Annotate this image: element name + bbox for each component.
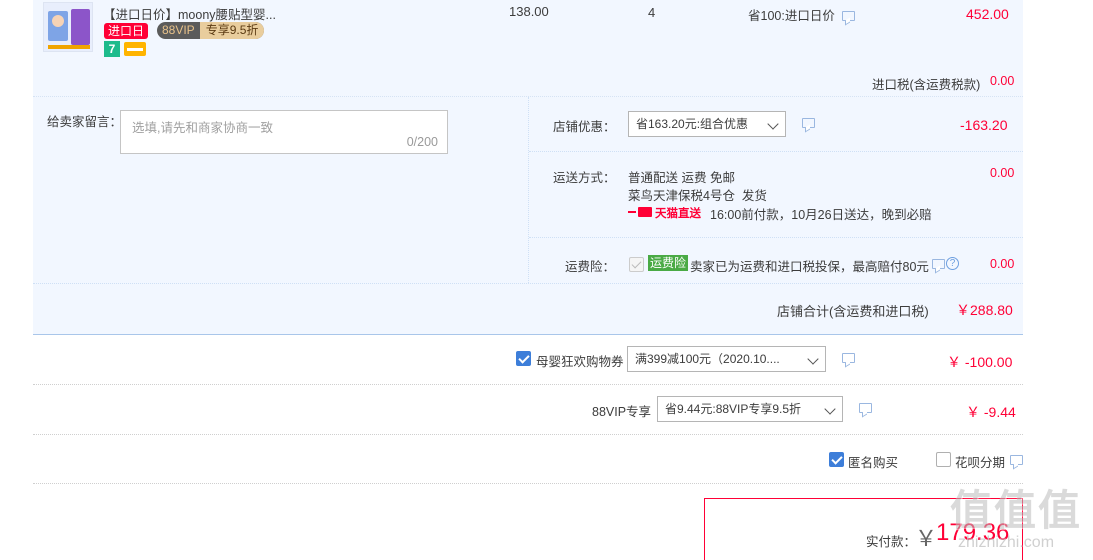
- badge-88vip-discount: 专享9.5折: [199, 22, 265, 39]
- chat-icon[interactable]: [932, 259, 945, 269]
- shipping-value: 0.00: [990, 166, 1015, 180]
- coupon-checkbox[interactable]: [516, 351, 531, 366]
- chat-icon[interactable]: [802, 118, 815, 128]
- tmall-direct-label: 天猫直送: [655, 208, 701, 220]
- shipping-line2: 菜鸟天津保税4号仓 发货: [628, 189, 767, 203]
- store-discount-value: -163.20: [960, 117, 1008, 133]
- pay-currency: ￥: [915, 526, 938, 551]
- anonymous-label[interactable]: 匿名购买: [848, 452, 898, 471]
- store-total-label: 店铺合计(含运费和进口税): [777, 304, 929, 319]
- product-discount: 省100:进口日价: [748, 9, 835, 23]
- chat-icon[interactable]: [842, 11, 855, 21]
- vip-label: 88VIP专享: [592, 405, 652, 419]
- unit-price: 138.00: [509, 4, 549, 19]
- huabei-checkbox[interactable]: [936, 452, 951, 467]
- shipping-line1: 普通配送 运费 免邮: [628, 171, 735, 185]
- chevron-down-icon: [824, 403, 836, 415]
- insurance-label: 运费险：: [565, 260, 616, 274]
- watermark-logo-text: 值值值: [950, 487, 1083, 534]
- message-label: 给卖家留言：: [47, 115, 123, 129]
- vip-value: ￥ -9.44: [966, 404, 1016, 420]
- shipping-label: 运送方式：: [553, 171, 616, 185]
- coupon-value: ￥ -100.00: [947, 354, 1013, 370]
- delivery-promise: 16:00前付款，10月26日送达，晚到必赔: [710, 208, 932, 222]
- coupon-label: 母婴狂欢购物券: [536, 355, 624, 369]
- badge-88vip: 88VIP 专享9.5折: [157, 22, 265, 39]
- insurance-checkbox: [629, 257, 644, 272]
- vip-selected: 省9.44元:88VIP专享9.5折: [665, 402, 802, 416]
- message-textarea[interactable]: 选填,请先和商家协商一致 0/200: [120, 110, 448, 154]
- insurance-value: 0.00: [990, 257, 1015, 271]
- import-tax-label: 进口税(含运费税款): [872, 78, 981, 92]
- chevron-down-icon: [807, 353, 819, 365]
- store-discount-select[interactable]: 省163.20元:组合优惠: [628, 111, 786, 137]
- message-placeholder: 选填,请先和商家协商一致: [132, 121, 273, 135]
- store-total-value: ￥288.80: [956, 302, 1013, 318]
- product-thumbnail[interactable]: [43, 2, 93, 52]
- badge-seven-day-return: 7: [104, 41, 120, 57]
- chevron-down-icon: [767, 118, 779, 130]
- right-panel-divider: [528, 97, 529, 283]
- coupon-select[interactable]: 满399减100元（2020.10....: [627, 346, 826, 372]
- coupon-selected: 满399减100元（2020.10....: [635, 352, 780, 366]
- message-counter: 0/200: [406, 135, 438, 149]
- card-icon: [124, 42, 146, 56]
- anonymous-checkbox[interactable]: [829, 452, 844, 467]
- quantity: 4: [648, 5, 656, 20]
- chat-icon[interactable]: [859, 403, 872, 413]
- watermark-url: zhizhizhi.com: [958, 534, 1055, 551]
- store-discount-label: 店铺优惠：: [553, 120, 616, 134]
- store-discount-selected: 省163.20元:组合优惠: [636, 117, 749, 131]
- huabei-label[interactable]: 花呗分期: [955, 452, 1005, 471]
- help-icon[interactable]: ?: [946, 257, 959, 270]
- badge-import-day: 进口日: [104, 23, 149, 39]
- pay-label: 实付款：: [866, 535, 917, 549]
- product-subtotal: 452.00: [966, 6, 1009, 22]
- insurance-desc: 卖家已为运费和进口税投保，最高赔付80元: [690, 260, 929, 274]
- import-tax-value: 0.00: [990, 74, 1015, 88]
- product-title[interactable]: 【进口日价】moony腰贴型婴...: [103, 4, 276, 23]
- badge-88vip-label: 88VIP: [162, 23, 195, 37]
- chat-icon[interactable]: [1010, 455, 1023, 465]
- chat-icon[interactable]: [842, 353, 855, 363]
- vip-select[interactable]: 省9.44元:88VIP专享9.5折: [657, 396, 843, 422]
- insurance-tag: 运费险: [648, 255, 689, 271]
- tmall-direct-icon: [628, 206, 652, 217]
- watermark-logo: 值值值: [950, 477, 1082, 538]
